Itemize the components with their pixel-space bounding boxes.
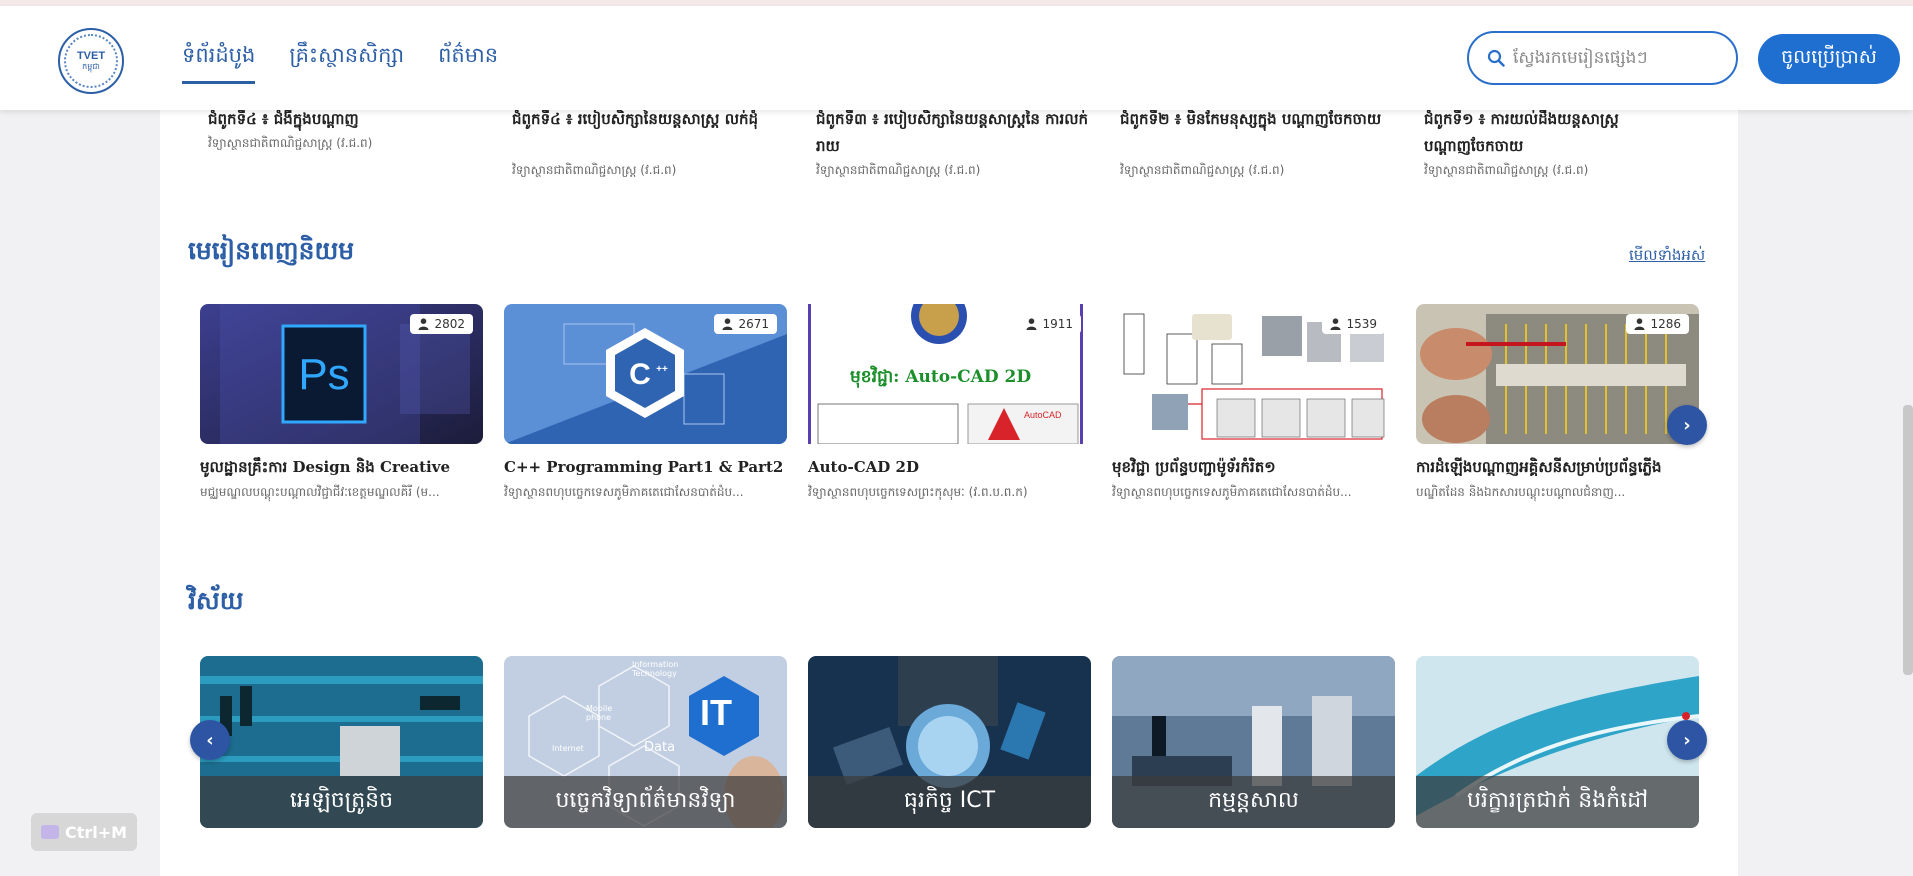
see-all-link[interactable]: មើលទាំងអស់ <box>1629 246 1705 268</box>
previous-lessons-row: ជំពូកទី៤ ៖ ជំងឺក្នុងបណ្ដាញ វិទ្យាស្ថានជា… <box>160 110 1738 190</box>
prev-lesson-card[interactable]: ជំពូកទី១ ៖ ការយល់ដឹងយន្តសាស្ត្រ បណ្ដាញចែ… <box>1424 106 1707 180</box>
site-header: TVET កម្ពុជា ទំព័រដំបូង គ្រឹះស្ថានសិក្សា… <box>0 6 1913 110</box>
it-thumb-text-info: Information Technology <box>632 660 679 678</box>
prev-lesson-title: ជំពូកទី១ ៖ ការយល់ដឹងយន្តសាស្ត្រ បណ្ដាញចែ… <box>1424 110 1619 155</box>
view-count: 1911 <box>1042 317 1073 331</box>
popular-lessons-heading: មេរៀនពេញនិយម <box>188 236 355 265</box>
search-input[interactable] <box>1513 48 1713 68</box>
course-thumbnail: C ++ 2671 <box>504 304 787 444</box>
prev-lesson-card[interactable]: ជំពូកទី៤ ៖ របៀបសិក្សានៃយន្តសាស្ត្រ លក់ដុ… <box>512 106 795 180</box>
prev-lesson-institution: វិទ្យាស្ថានជាតិពាណិជ្ជសាស្ត្រ (វ.ជ.ព) <box>1120 163 1285 177</box>
prev-lesson-institution: វិទ្យាស្ថានជាតិពាណិជ្ជសាស្ត្រ (វ.ជ.ព) <box>816 163 981 177</box>
keyboard-icon <box>40 825 59 839</box>
user-icon <box>418 318 429 330</box>
course-title: មូលដ្ឋានគ្រឹះការ Design និង Creative <box>200 458 451 476</box>
view-count-badge: 2671 <box>714 314 777 334</box>
course-card[interactable]: 1539 មុខវិជ្ជា ប្រព័ន្ធបញ្ជាម៉ូទ័រកំរិត១… <box>1112 304 1395 502</box>
category-label: បច្ចេកវិទ្យាព័ត៌មានវិទ្យា <box>504 776 787 828</box>
categories-prev-button[interactable]: ‹ <box>190 720 230 760</box>
user-icon <box>1330 318 1341 330</box>
nav-institutions[interactable]: គ្រឹះស្ថានសិក្សា <box>289 42 404 84</box>
category-card[interactable]: អេឡិចត្រូនិច <box>200 656 483 828</box>
it-thumb-text-mobile: Mobile phone <box>586 704 613 722</box>
category-label: អេឡិចត្រូនិច <box>200 776 483 828</box>
view-count-badge: 1539 <box>1322 314 1385 334</box>
chevron-right-icon: › <box>1683 729 1691 751</box>
main-content: ជំពូកទី៤ ៖ ជំងឺក្នុងបណ្ដាញ វិទ្យាស្ថានជា… <box>160 110 1738 876</box>
view-count: 2671 <box>738 317 769 331</box>
course-institution: វិទ្យាស្ថានពហុបច្ចេកទេសភូមិភាគតេជោសែនបាត… <box>504 485 744 499</box>
view-count-badge: 1286 <box>1626 314 1689 334</box>
course-card[interactable]: មុខវិជ្ជា: Auto-CAD 2D AutoCAD 1911 Auto… <box>808 304 1091 502</box>
prev-lesson-card[interactable]: ជំពូកទី៣ ៖ របៀបសិក្សានៃយន្តសាស្ត្រនៃ ការ… <box>816 106 1099 180</box>
shortcut-hint-text: Ctrl+M <box>64 822 128 842</box>
course-thumbnail: Ps 2802 <box>200 304 483 444</box>
prev-lesson-title: ជំពូកទី៣ ៖ របៀបសិក្សានៃយន្តសាស្ត្រនៃ ការ… <box>816 110 1089 155</box>
logo-text-tvet: TVET <box>76 50 106 62</box>
view-count-badge: 1911 <box>1018 314 1081 334</box>
shortcut-hint[interactable]: Ctrl+M <box>31 813 137 851</box>
user-icon <box>1634 318 1645 330</box>
svg-text:C: C <box>629 358 651 391</box>
logo-text-cambodia: កម្ពុជា <box>82 62 100 71</box>
prev-lesson-institution: វិទ្យាស្ថានជាតិពាណិជ្ជសាស្ត្រ (វ.ជ.ព) <box>208 136 373 150</box>
main-nav: ទំព័រដំបូង គ្រឹះស្ថានសិក្សា ព័ត៌មាន <box>182 42 498 84</box>
category-card[interactable]: Information Technology Mobile phone Data… <box>504 656 787 828</box>
course-card[interactable]: 1286 ការដំឡើងបណ្ដាញអគ្គិសនីសម្រាប់ប្រព័ន… <box>1416 304 1699 502</box>
autocad-thumb-text: មុខវិជ្ជា: Auto-CAD 2D <box>850 367 1032 387</box>
svg-text:++: ++ <box>656 364 668 375</box>
chevron-left-icon: ‹ <box>206 729 214 751</box>
categories-next-button[interactable]: › <box>1667 720 1707 760</box>
course-title: Auto-CAD 2D <box>808 458 919 476</box>
svg-text:Ps: Ps <box>298 350 349 399</box>
nav-news[interactable]: ព័ត៌មាន <box>438 42 498 84</box>
course-institution: វិទ្យាស្ថានពហុបច្ចេកទេសព្រះកុសុមៈ (វ.ព.ប… <box>808 485 1028 499</box>
search-icon <box>1487 49 1505 67</box>
course-thumbnail: 1539 <box>1112 304 1395 444</box>
prev-lesson-institution: វិទ្យាស្ថានជាតិពាណិជ្ជសាស្ត្រ (វ.ជ.ព) <box>1424 163 1589 177</box>
prev-lesson-title: ជំពូកទី២ ៖ មិនកែមនុស្សក្នុង បណ្ដាញចែកចាយ <box>1120 110 1382 128</box>
prev-lesson-institution: វិទ្យាស្ថានជាតិពាណិជ្ជសាស្ត្រ (វ.ជ.ព) <box>512 163 677 177</box>
course-card[interactable]: C ++ 2671 C++ Programming Part1 & Part2 … <box>504 304 787 502</box>
courses-next-button[interactable]: › <box>1667 405 1707 445</box>
view-count-badge: 2802 <box>410 314 473 334</box>
category-card[interactable]: ធុរកិច្ច ICT <box>808 656 1091 828</box>
prev-lesson-title: ជំពូកទី៤ ៖ របៀបសិក្សានៃយន្តសាស្ត្រ លក់ដុ… <box>512 110 759 128</box>
view-count: 2802 <box>434 317 465 331</box>
course-title: C++ Programming Part1 & Part2 <box>504 458 784 476</box>
course-title: មុខវិជ្ជា ប្រព័ន្ធបញ្ជាម៉ូទ័រកំរិត១ <box>1112 458 1276 476</box>
it-thumb-text-data: Data <box>644 740 676 755</box>
course-thumbnail: 1286 <box>1416 304 1699 444</box>
nav-home[interactable]: ទំព័រដំបូង <box>182 42 256 84</box>
category-card[interactable]: បរិក្ខារត្រជាក់ និងកំដៅ <box>1416 656 1699 828</box>
course-title: ការដំឡើងបណ្ដាញអគ្គិសនីសម្រាប់ប្រព័ន្ធភ្ល… <box>1416 458 1662 476</box>
course-institution: មជ្ឈមណ្ឌលបណ្ដុះបណ្ដាលវិជ្ជាជីវៈខេត្តមណ្ឌ… <box>200 485 440 499</box>
prev-lesson-card[interactable]: ជំពូកទី៤ ៖ ជំងឺក្នុងបណ្ដាញ វិទ្យាស្ថានជា… <box>208 106 491 153</box>
chevron-right-icon: › <box>1683 414 1691 436</box>
page-scrollbar[interactable] <box>1903 405 1913 675</box>
categories-heading: វិស័យ <box>188 586 244 615</box>
view-count: 1539 <box>1346 317 1377 331</box>
category-card[interactable]: កម្មន្តសាល <box>1112 656 1395 828</box>
course-institution: បណ្ឌិតដែន និងឯកសារបណ្ដុះបណ្ដាលជំនាញ... <box>1416 485 1626 499</box>
it-thumb-text-internet: Internet <box>552 744 584 753</box>
course-institution: វិទ្យាស្ថានពហុបច្ចេកទេសភូមិភាគតេជោសែនបាត… <box>1112 485 1352 499</box>
it-thumb-text-it: IT <box>700 692 732 733</box>
prev-lesson-card[interactable]: ជំពូកទី២ ៖ មិនកែមនុស្សក្នុង បណ្ដាញចែកចាយ… <box>1120 106 1403 180</box>
login-button[interactable]: ចូលប្រើប្រាស់ <box>1758 34 1900 84</box>
autocad-thumb-badge: AutoCAD <box>1024 410 1062 420</box>
view-count: 1286 <box>1650 317 1681 331</box>
prev-lesson-title: ជំពូកទី៤ ៖ ជំងឺក្នុងបណ្ដាញ <box>208 110 359 128</box>
user-icon <box>1026 318 1037 330</box>
tvet-logo[interactable]: TVET កម្ពុជា <box>58 28 124 94</box>
search-box[interactable] <box>1467 31 1738 85</box>
course-card[interactable]: Ps 2802 មូលដ្ឋានគ្រឹះការ Design និង Crea… <box>200 304 483 502</box>
category-label: កម្មន្តសាល <box>1112 776 1395 828</box>
course-thumbnail: មុខវិជ្ជា: Auto-CAD 2D AutoCAD 1911 <box>808 304 1091 444</box>
category-label: ធុរកិច្ច ICT <box>808 776 1091 828</box>
user-icon <box>722 318 733 330</box>
category-label: បរិក្ខារត្រជាក់ និងកំដៅ <box>1416 776 1699 828</box>
